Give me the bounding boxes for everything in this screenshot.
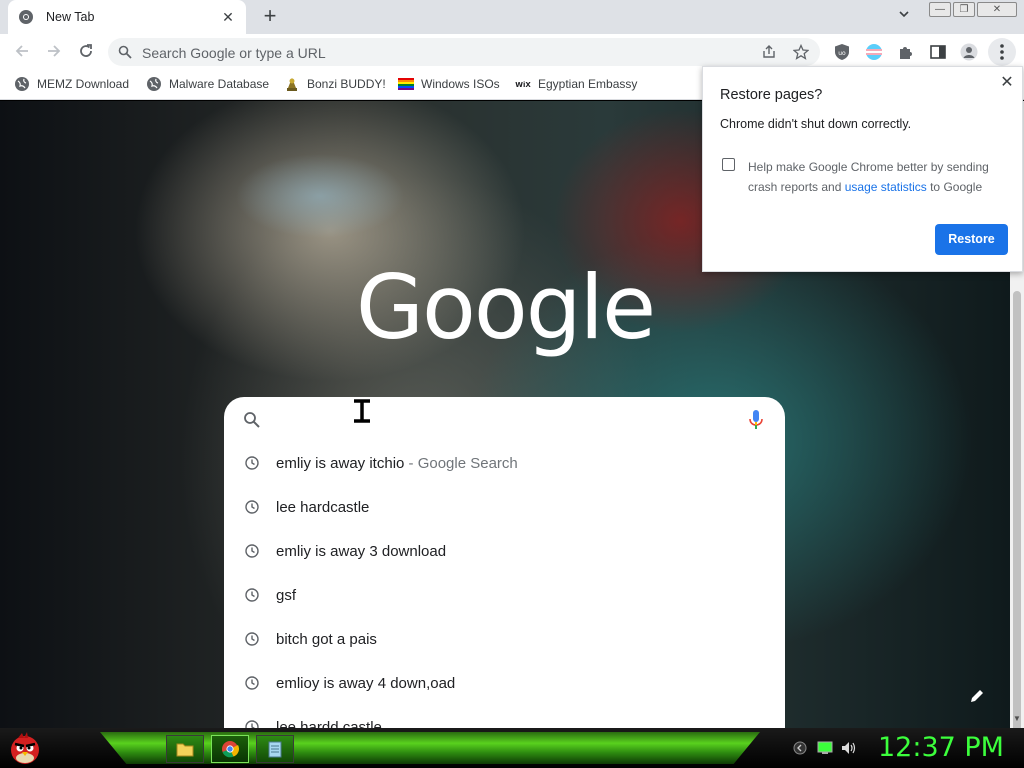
bookmark-windows-isos[interactable]: Windows ISOs [398,76,500,92]
bookmark-label: Malware Database [169,77,270,91]
globe-icon [147,77,161,91]
suggestion-item[interactable]: lee hardcastle [224,485,785,529]
profile-avatar-icon[interactable] [960,43,978,61]
suggestion-text: lee hardd castle [276,718,382,729]
checkbox-text-end: to Google [926,180,983,194]
wix-icon: WiX [515,81,531,89]
history-clock-icon [245,720,259,728]
taskbar-notepad[interactable] [256,735,294,763]
folder-icon [176,743,194,757]
text-cursor-icon [354,399,370,423]
bookmark-malware-database[interactable]: Malware Database [146,76,269,92]
suggestion-suffix: - Google Search [404,454,518,472]
dialog-message: Chrome didn't shut down correctly. [720,117,912,131]
bookmark-label: Windows ISOs [421,77,500,91]
bookmark-egyptian-embassy[interactable]: WiX Egyptian Embassy [515,76,637,92]
customize-pencil-icon[interactable] [968,687,986,705]
minimize-button[interactable]: — [929,2,951,17]
omnibox[interactable]: Search Google or type a URL [108,38,820,66]
usage-statistics-link[interactable]: usage statistics [845,180,927,194]
checkbox-label: Help make Google Chrome better by sendin… [748,157,1010,197]
tab-new-tab[interactable]: New Tab ✕ [8,0,246,34]
omnibox-placeholder: Search Google or type a URL [142,45,326,61]
ublock-icon[interactable]: uo [833,43,851,61]
suggestion-item[interactable]: bitch got a pais [224,617,785,661]
globe-icon [15,77,29,91]
suggestion-item[interactable]: lee hardd castle [224,705,785,728]
rainbow-flag-icon [398,78,414,90]
search-icon [244,412,260,428]
history-clock-icon [245,676,259,690]
notepad-icon [268,741,282,758]
network-monitor-icon[interactable] [817,741,833,755]
tab-close-icon[interactable]: ✕ [220,9,236,25]
forward-arrow-icon [48,45,61,57]
tab-search-chevron-icon[interactable] [894,8,914,26]
new-tab-button[interactable]: + [258,5,282,28]
back-button[interactable] [12,42,32,62]
history-clock-icon [245,500,259,514]
svg-text:uo: uo [838,50,846,57]
chrome-icon [19,10,33,24]
suggestion-list: emliy is away itchio - Google Search lee… [224,441,785,728]
toolbar: Search Google or type a URL uo [0,34,1024,70]
kebab-menu-icon [1000,44,1004,60]
dialog-title: Restore pages? [720,87,823,103]
taskbar-file-explorer[interactable] [166,735,204,763]
back-arrow-icon [15,45,28,57]
restore-pages-dialog: Restore pages? ✕ Chrome didn't shut down… [702,66,1023,272]
chrome-icon [222,741,239,758]
taskbar: 12:37 PM [0,728,1024,768]
suggestion-item[interactable]: emliy is away itchio - Google Search [224,441,785,485]
reload-button[interactable] [76,42,96,62]
close-window-button[interactable]: ✕ [977,2,1017,17]
share-icon[interactable] [761,44,777,60]
suggestion-item[interactable]: emliy is away 3 download [224,529,785,573]
suggestion-text: emlioy is away 4 down,oad [276,674,456,692]
suggestion-text: gsf [276,586,297,604]
bookmark-bonzi-buddy[interactable]: Bonzi BUDDY! [284,76,386,92]
scroll-down-arrow-icon[interactable]: ▼ [1012,714,1022,724]
taskbar-chrome[interactable] [211,735,249,763]
search-icon [118,45,132,59]
tray-chevron-icon[interactable] [792,741,808,755]
restore-window-button[interactable]: ❐ [953,2,975,17]
side-panel-icon[interactable] [929,43,947,61]
history-clock-icon [245,544,259,558]
suggestion-item[interactable]: emlioy is away 4 down,oad [224,661,785,705]
bonzi-icon [287,78,297,91]
taskbar-clock[interactable]: 12:37 PM [878,732,1004,763]
history-clock-icon [245,456,259,470]
tab-title: New Tab [46,10,95,24]
suggestion-text: bitch got a pais [276,630,377,648]
bookmark-label: Bonzi BUDDY! [307,77,386,91]
suggestion-item[interactable]: gsf [224,573,785,617]
scrollbar-thumb[interactable] [1013,291,1021,768]
volume-speaker-icon[interactable] [841,741,857,755]
extension-flag-icon[interactable] [865,43,883,61]
restore-button[interactable]: Restore [935,224,1008,255]
history-clock-icon [245,588,259,602]
menu-button[interactable] [988,38,1016,66]
tab-strip: New Tab ✕ + — ❐ ✕ [0,0,1024,34]
bookmark-memz-download[interactable]: MEMZ Download [14,76,129,92]
microphone-icon[interactable] [747,409,765,431]
bookmark-star-icon[interactable] [793,44,809,60]
dialog-close-icon[interactable]: ✕ [999,75,1015,91]
svg-text:WiX: WiX [515,81,531,89]
bookmark-label: Egyptian Embassy [538,77,638,91]
crash-report-checkbox[interactable] [722,158,735,171]
reload-icon [80,44,92,57]
suggestion-text: emliy is away itchio [276,454,405,472]
angry-bird-start-icon[interactable] [6,730,44,766]
forward-button[interactable] [44,42,64,62]
suggestion-text: lee hardcastle [276,498,370,516]
suggestion-text: emliy is away 3 download [276,542,447,560]
history-clock-icon [245,632,259,646]
extensions-puzzle-icon[interactable] [897,43,915,61]
bookmark-label: MEMZ Download [37,77,130,91]
